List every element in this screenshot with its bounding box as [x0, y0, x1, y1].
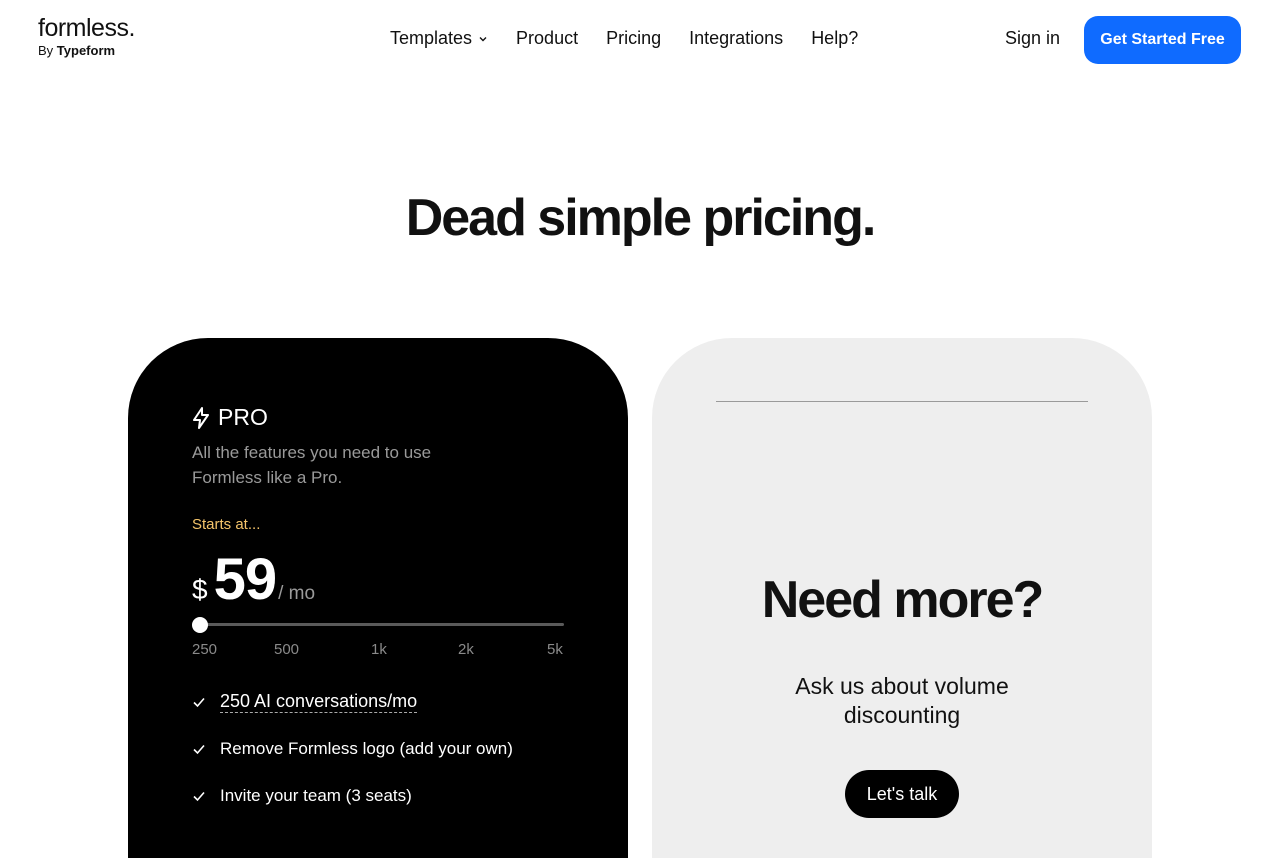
tick-label[interactable]: 250: [192, 641, 217, 658]
nav-help[interactable]: Help?: [811, 28, 858, 49]
chevron-down-icon: [479, 36, 487, 41]
slider-thumb[interactable]: [192, 617, 208, 633]
nav-integrations-label: Integrations: [689, 28, 784, 48]
feature-list: 250 AI conversations/mo Remove Formless …: [192, 690, 513, 831]
nav-pricing[interactable]: Pricing: [606, 28, 661, 49]
pro-plan-card: PRO All the features you need to use For…: [128, 338, 628, 858]
price: $ 59 / mo: [192, 546, 315, 613]
get-started-button[interactable]: Get Started Free: [1084, 16, 1241, 64]
check-icon: [193, 791, 205, 802]
enterprise-card: Need more? Ask us about volume discounti…: [652, 338, 1152, 858]
logo-by-text: By: [38, 43, 54, 58]
slider-ticks: 250 500 1k 2k 5k: [192, 641, 564, 661]
plan-description: All the features you need to use Formles…: [192, 443, 432, 487]
tick-label[interactable]: 1k: [371, 641, 387, 658]
feature-item: Remove Formless logo (add your own): [192, 737, 513, 761]
nav-templates-label: Templates: [390, 28, 473, 48]
logo-wordmark: formless.: [38, 14, 135, 42]
lets-talk-button[interactable]: Let's talk: [845, 770, 959, 818]
nav-product[interactable]: Product: [516, 28, 578, 49]
conversations-slider[interactable]: [192, 623, 564, 626]
main-nav: Templates Product Pricing Integrations H…: [390, 28, 858, 49]
tick-label[interactable]: 2k: [458, 641, 474, 658]
nav-pricing-label: Pricing: [606, 28, 662, 48]
logo-byline: By Typeform: [38, 43, 135, 58]
feature-text: Remove Formless logo (add your own): [220, 739, 513, 758]
plan-name: PRO: [218, 404, 268, 430]
logo-brand: Typeform: [56, 43, 116, 58]
feature-text[interactable]: 250 AI conversations/mo: [220, 691, 418, 713]
divider: [716, 401, 1088, 402]
logo[interactable]: formless. By Typeform: [38, 14, 135, 58]
starts-at-label: Starts at...: [192, 516, 261, 533]
price-currency: $: [192, 574, 208, 605]
price-period: / mo: [278, 583, 316, 604]
tick-label[interactable]: 5k: [547, 641, 563, 658]
feature-item: Invite your team (3 seats): [192, 784, 513, 808]
tick-label[interactable]: 500: [274, 641, 299, 658]
page-title: Dead simple pricing.: [405, 189, 877, 247]
nav-templates[interactable]: Templates: [390, 28, 488, 49]
nav-integrations[interactable]: Integrations: [689, 28, 783, 49]
plan-header: PRO: [192, 404, 268, 431]
check-icon: [193, 744, 205, 755]
check-icon: [193, 697, 205, 708]
price-amount: 59: [213, 547, 278, 612]
sign-in-link[interactable]: Sign in: [1005, 28, 1060, 49]
feature-item: 250 AI conversations/mo: [192, 690, 513, 714]
enterprise-title: Need more?: [761, 571, 1045, 629]
lightning-icon: [193, 406, 209, 429]
nav-help-label: Help?: [811, 28, 859, 48]
feature-text: Invite your team (3 seats): [220, 786, 412, 805]
enterprise-description: Ask us about volume discounting: [795, 673, 1009, 728]
nav-product-label: Product: [516, 28, 579, 48]
